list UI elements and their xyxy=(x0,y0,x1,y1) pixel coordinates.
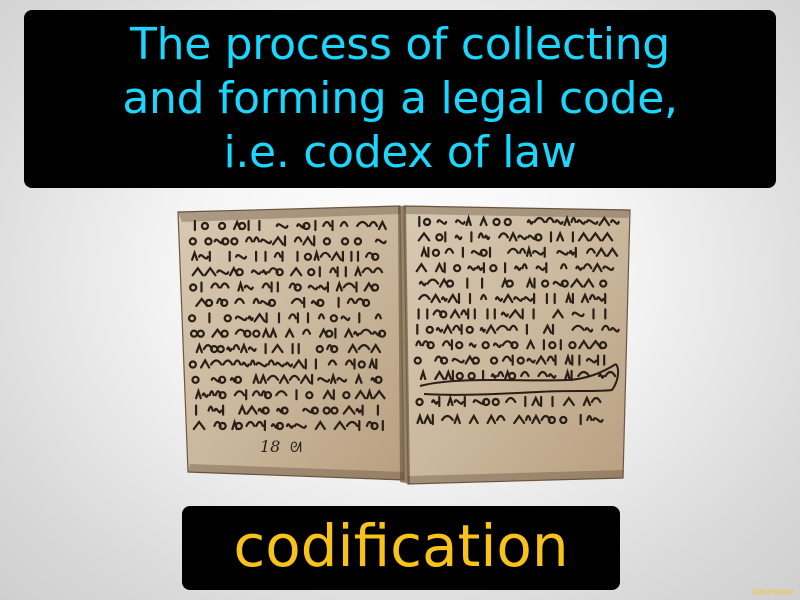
term-box: codification xyxy=(182,506,620,590)
term-text: codification xyxy=(233,512,569,580)
codex-manuscript-image: 18 ᘛ xyxy=(168,200,638,490)
definition-box: The process of collecting and forming a … xyxy=(24,10,776,188)
page-mark: ᘛ xyxy=(290,440,302,456)
brand-label: GameSmartz xyxy=(752,589,794,596)
definition-text: The process of collecting and forming a … xyxy=(122,19,678,178)
codex-illustration: 18 ᘛ xyxy=(177,205,631,485)
page-number: 18 xyxy=(260,437,280,456)
left-page xyxy=(177,205,405,481)
